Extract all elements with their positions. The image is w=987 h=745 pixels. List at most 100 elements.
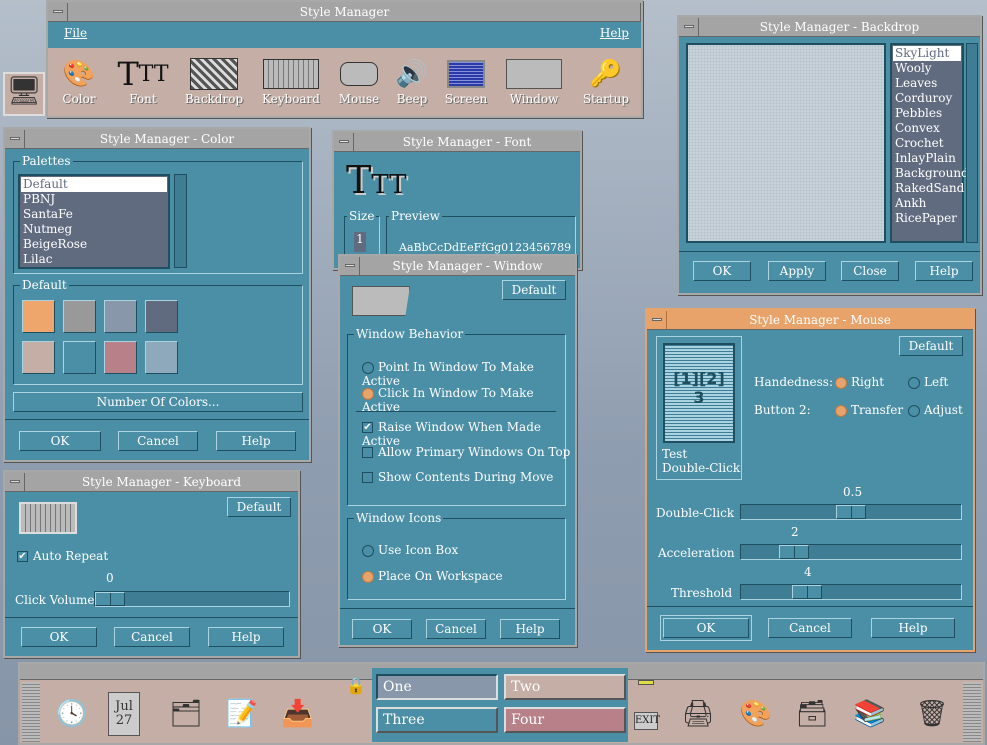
window-menu-button[interactable] [48, 2, 68, 21]
panel-handle-right[interactable] [963, 682, 981, 742]
backdrop-button[interactable]: Backdrop [184, 56, 244, 106]
backdrop-scrollbar[interactable] [966, 43, 978, 243]
lock-icon[interactable]: 🔒 [346, 676, 366, 695]
list-item[interactable]: Default [21, 177, 167, 192]
color-swatch[interactable] [104, 300, 137, 333]
backdrop-list[interactable]: SkyLight Wooly Leaves Corduroy Pebbles Convex… [890, 43, 969, 243]
list-item[interactable]: BeigeRose [21, 237, 167, 252]
maximize-button[interactable] [621, 2, 641, 21]
slider-thumb[interactable] [95, 592, 125, 606]
palettes-scrollbar[interactable] [174, 174, 187, 268]
panel-handle-left[interactable] [22, 682, 40, 742]
click-volume-slider[interactable] [94, 591, 290, 607]
font-button[interactable]: T TT Font [114, 55, 172, 106]
application-manager-icon[interactable]: 🗃 [790, 692, 834, 736]
window-menu-button[interactable] [679, 17, 699, 36]
trash-icon[interactable]: 🗑 [910, 692, 954, 736]
printer-icon[interactable]: 🖨 [676, 692, 720, 736]
default-button[interactable]: Default [502, 280, 566, 300]
color-swatch[interactable] [145, 341, 178, 374]
exit-button[interactable]: EXIT [634, 712, 660, 730]
workspace-one[interactable]: One [376, 674, 498, 700]
click-to-focus-radio[interactable]: Click In Window To Make Active [362, 386, 575, 414]
list-item[interactable]: SantaFe [21, 207, 167, 222]
list-item[interactable]: Nutmeg [21, 222, 167, 237]
left-handed-radio[interactable]: Left [908, 375, 948, 389]
clock-icon[interactable]: 🕓 [50, 692, 94, 736]
slider-thumb[interactable] [792, 585, 822, 599]
right-handed-radio[interactable]: Right [835, 375, 884, 389]
beep-button[interactable]: 🔊 Beep [390, 56, 434, 106]
slider-thumb[interactable] [836, 505, 866, 519]
threshold-slider[interactable] [740, 584, 962, 600]
title-bar[interactable]: Style Manager - Color [5, 129, 309, 149]
size-list[interactable]: 1 [354, 232, 366, 252]
title-bar[interactable]: Style Manager - Window [340, 256, 575, 276]
workspace-two[interactable]: Two [504, 674, 626, 700]
slider-thumb[interactable] [779, 545, 809, 559]
cancel-button[interactable]: Cancel [114, 627, 190, 647]
mail-icon[interactable]: 📥 [276, 692, 320, 736]
file-manager-icon[interactable]: 🗂 [164, 692, 208, 736]
menu-help[interactable]: Help [600, 26, 629, 40]
title-bar[interactable]: Style Manager - Keyboard [5, 472, 298, 492]
list-item[interactable]: Lilac [21, 252, 167, 267]
auto-repeat-checkbox[interactable]: ✔ Auto Repeat [17, 549, 108, 563]
keyboard-button[interactable]: Keyboard [258, 56, 324, 106]
title-bar[interactable]: Style Manager [48, 2, 641, 22]
raise-window-checkbox[interactable]: ✔ Raise Window When Made Active [362, 420, 575, 448]
list-item[interactable]: Background [893, 166, 969, 181]
help-button[interactable]: Help [500, 619, 560, 639]
list-item[interactable]: Wooly [893, 61, 961, 76]
color-swatch[interactable] [63, 341, 96, 374]
workspace-three[interactable]: Three [376, 707, 498, 733]
list-item[interactable]: Convex [893, 121, 961, 136]
color-swatch[interactable] [22, 300, 55, 333]
title-bar[interactable]: Style Manager - Font [334, 132, 580, 152]
color-button[interactable]: 🎨 Color [54, 56, 104, 106]
window-menu-button[interactable] [334, 132, 354, 151]
test-double-click-area[interactable]: [1][2] 3 Test Double-Click [656, 336, 742, 480]
palettes-list[interactable]: Default PBNJ SantaFe Nutmeg BeigeRose Li… [18, 174, 170, 269]
acceleration-slider[interactable] [740, 544, 962, 560]
list-item[interactable]: Crochet [893, 136, 961, 151]
default-button[interactable]: Default [227, 497, 291, 517]
ok-button[interactable]: OK [19, 431, 101, 451]
desktop-computer-icon[interactable]: 🖥 [3, 72, 45, 116]
text-editor-icon[interactable]: 📝 [220, 692, 264, 736]
ok-button[interactable]: OK [352, 619, 412, 639]
ok-button[interactable]: OK [693, 261, 751, 281]
primary-on-top-checkbox[interactable]: Allow Primary Windows On Top [362, 445, 570, 459]
cancel-button[interactable]: Cancel [426, 619, 486, 639]
list-item[interactable]: RicePaper [893, 211, 961, 226]
list-item[interactable]: RakedSand [893, 181, 964, 196]
workspace-four[interactable]: Four [504, 707, 626, 733]
startup-button[interactable]: 🔑 Startup [576, 56, 636, 106]
help-button[interactable]: Help [915, 261, 973, 281]
list-item[interactable]: SkyLight [893, 46, 961, 61]
number-of-colors-button[interactable]: Number Of Colors... [13, 392, 303, 412]
window-menu-button[interactable] [5, 129, 25, 148]
screen-button[interactable]: Screen [440, 56, 492, 106]
transfer-radio[interactable]: Transfer [835, 403, 903, 417]
show-contents-checkbox[interactable]: Show Contents During Move [362, 470, 553, 484]
list-item[interactable]: Leaves [893, 76, 961, 91]
list-item[interactable]: PBNJ [21, 192, 167, 207]
ok-button[interactable]: OK [21, 627, 97, 647]
cancel-button[interactable]: Cancel [768, 618, 852, 638]
color-swatch[interactable] [22, 341, 55, 374]
menu-file[interactable]: File [64, 26, 87, 40]
help-button[interactable]: Help [208, 627, 284, 647]
style-manager-icon[interactable]: 🎨 [734, 692, 778, 736]
list-item[interactable]: InlayPlain [893, 151, 961, 166]
list-item[interactable]: Pebbles [893, 106, 961, 121]
color-swatch[interactable] [104, 341, 137, 374]
list-item[interactable]: Ankh [893, 196, 961, 211]
mouse-button[interactable]: Mouse [334, 56, 384, 106]
window-menu-button[interactable] [340, 256, 360, 275]
adjust-radio[interactable]: Adjust [908, 403, 963, 417]
close-button[interactable]: Close [841, 261, 899, 281]
help-manager-icon[interactable]: 📚 [848, 692, 892, 736]
window-menu-button[interactable] [5, 472, 25, 491]
ok-button[interactable]: OK [660, 615, 752, 641]
